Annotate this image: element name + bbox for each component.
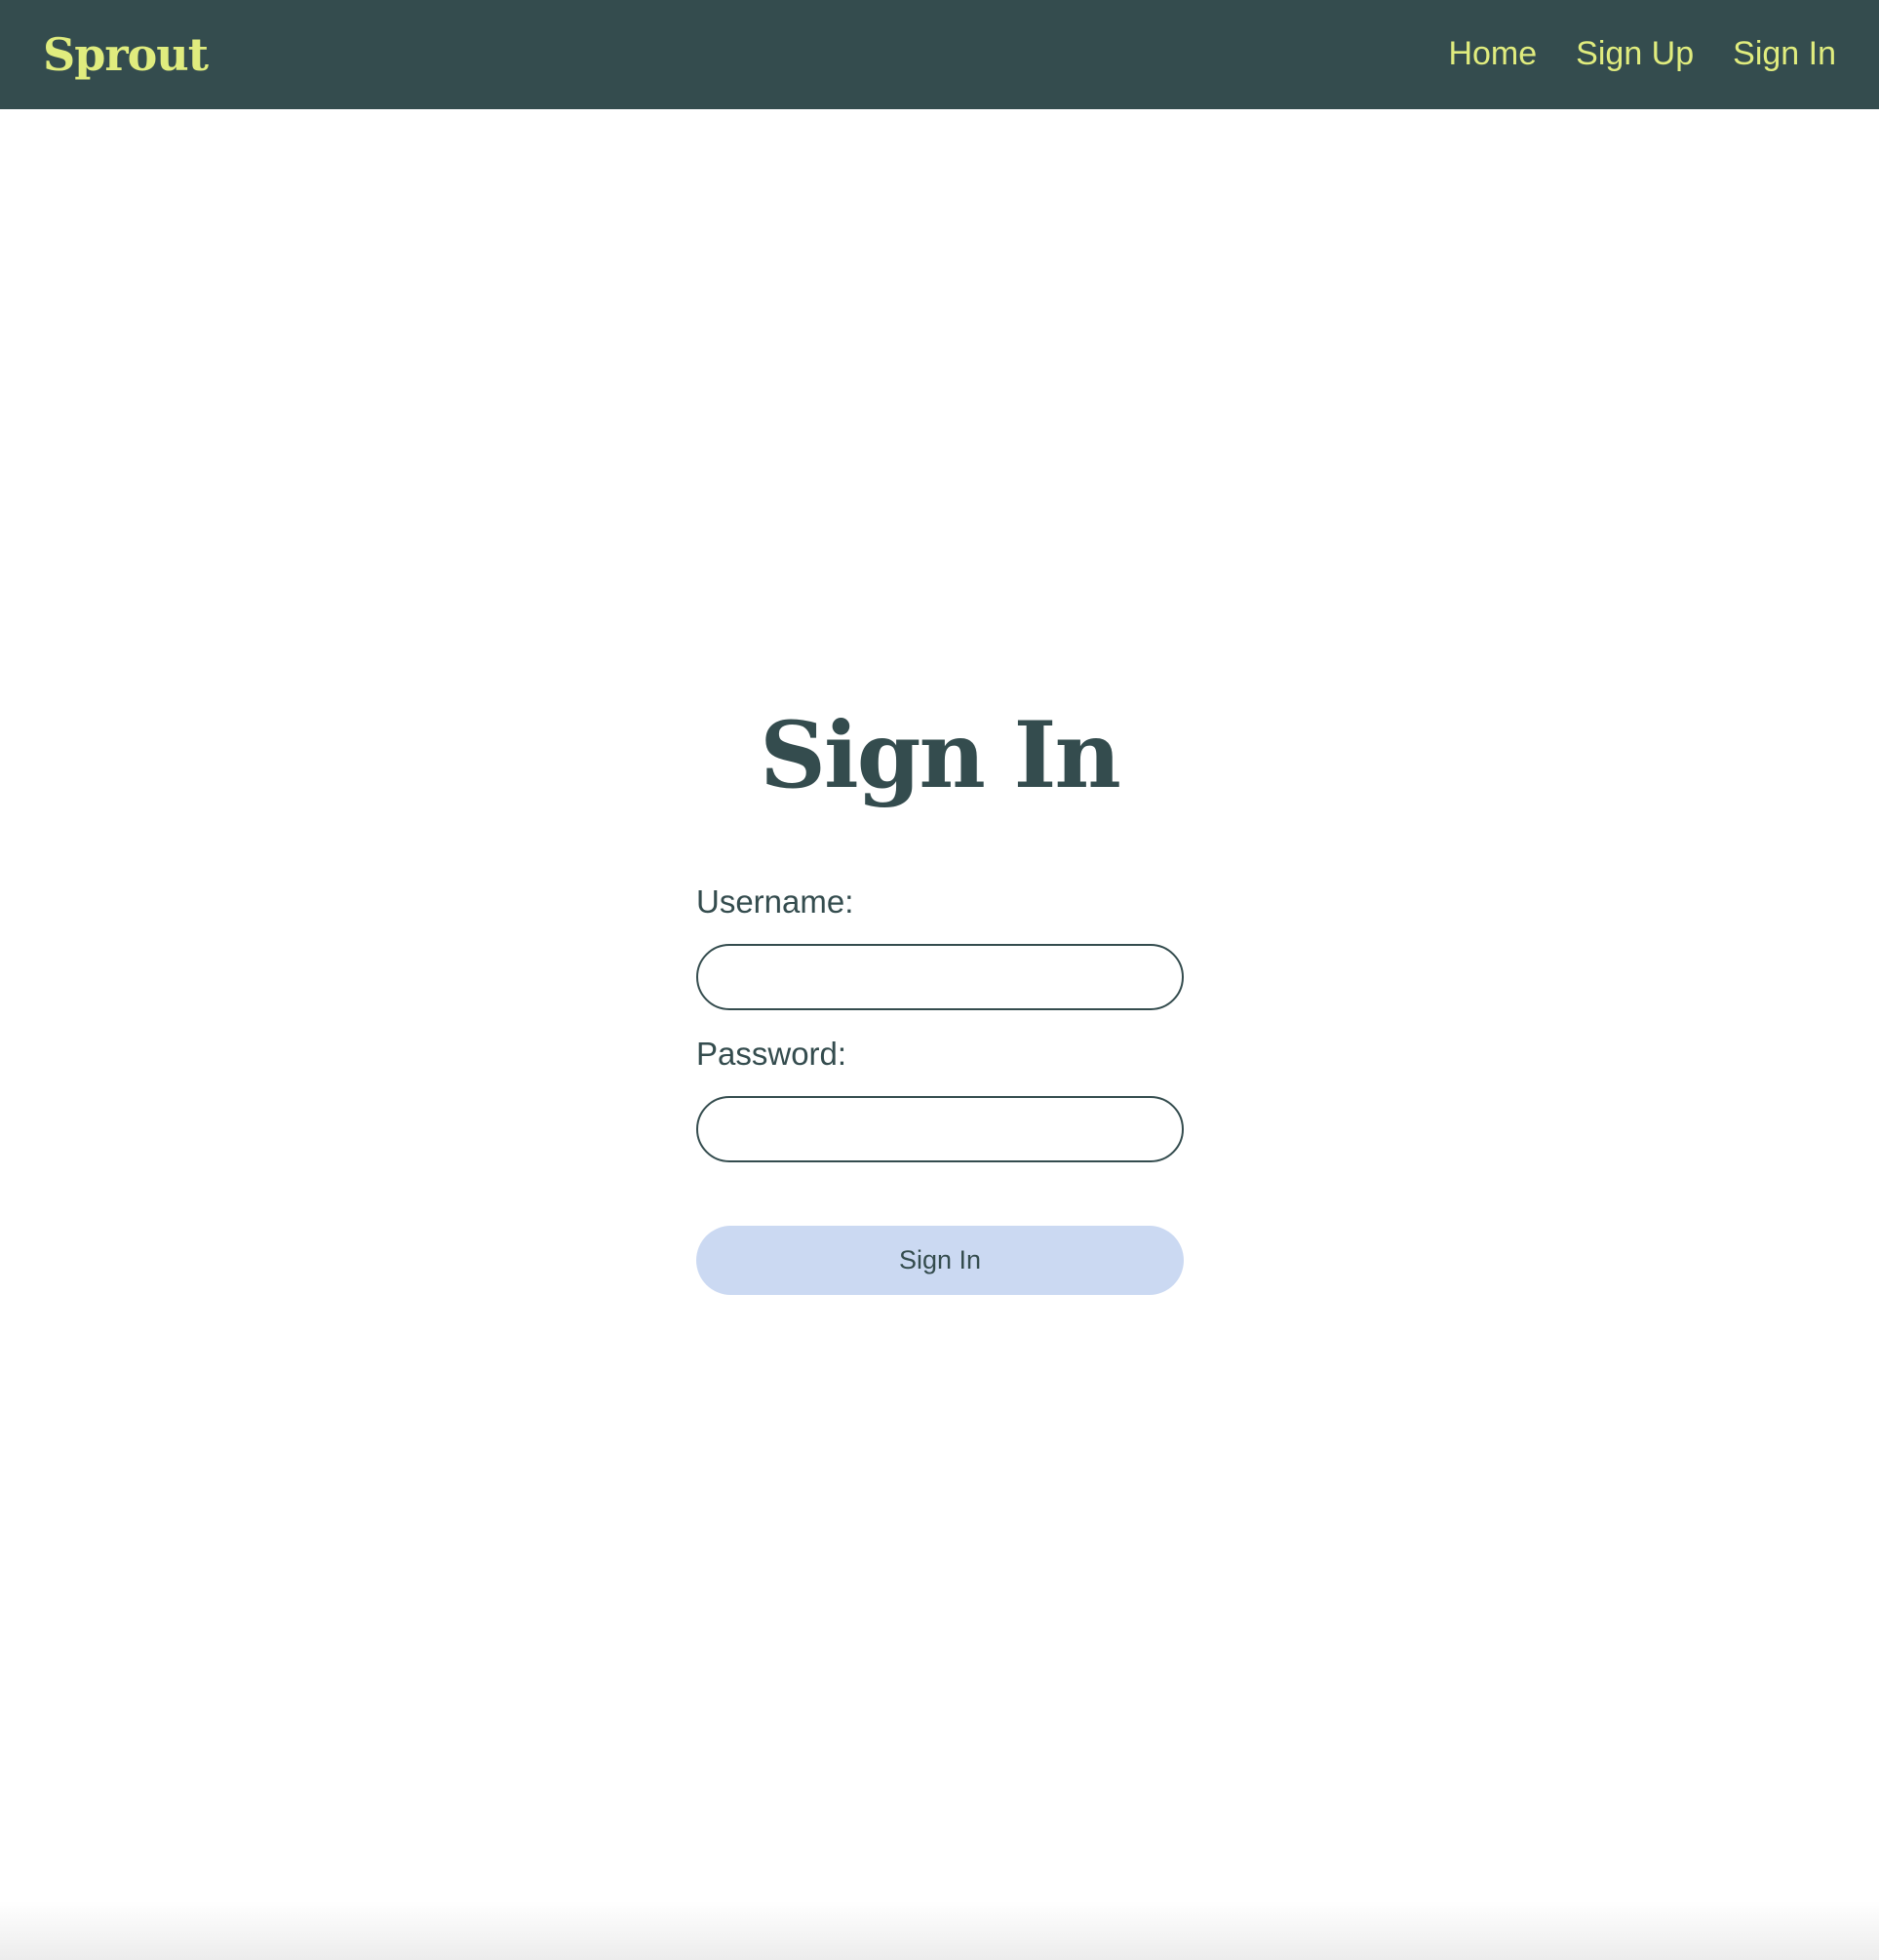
nav-link-sign-in[interactable]: Sign In [1733, 29, 1836, 78]
nav-link-home[interactable]: Home [1448, 29, 1537, 78]
brand-logo[interactable]: Sprout [43, 21, 209, 88]
top-navbar: Sprout Home Sign Up Sign In [0, 0, 1879, 109]
bottom-edge-shadow [0, 1901, 1879, 1960]
username-label: Username: [696, 883, 854, 920]
sign-in-button[interactable]: Sign In [696, 1226, 1184, 1295]
nav-links: Home Sign Up Sign In [1448, 29, 1836, 78]
nav-link-sign-up[interactable]: Sign Up [1576, 29, 1694, 78]
page-title: Sign In [760, 702, 1121, 809]
password-label: Password: [696, 1036, 847, 1072]
password-input[interactable] [696, 1096, 1184, 1162]
username-input[interactable] [696, 944, 1184, 1010]
